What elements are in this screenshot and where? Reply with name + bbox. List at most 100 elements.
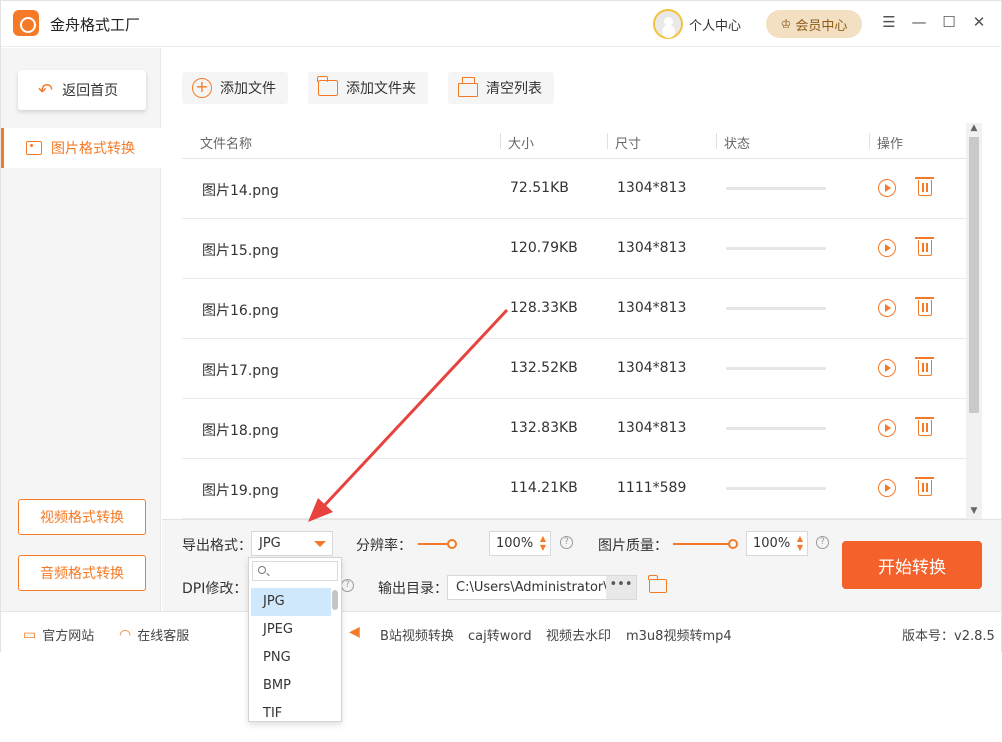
spin-arrows-icon[interactable]: ▲ ▼ xyxy=(540,534,546,552)
trash-icon[interactable] xyxy=(915,477,934,496)
file-dims: 1304*813 xyxy=(617,360,687,376)
format-option-jpg[interactable]: JPG xyxy=(251,588,331,616)
menu-icon[interactable]: ☰ xyxy=(879,13,899,31)
resolution-slider-knob[interactable] xyxy=(447,539,457,549)
scroll-down-icon[interactable]: ▼ xyxy=(966,506,982,516)
trash-icon[interactable] xyxy=(915,417,934,436)
footer-link-caj[interactable]: caj转word xyxy=(468,625,532,644)
format-dropdown-list[interactable]: JPG JPEG PNG BMP TIF xyxy=(248,557,342,722)
play-icon[interactable] xyxy=(878,299,896,317)
format-select[interactable]: JPG xyxy=(251,531,333,556)
help-icon[interactable]: ? xyxy=(560,536,573,549)
table-row[interactable]: 图片17.png 132.52KB 1304*813 xyxy=(182,339,966,399)
play-icon[interactable] xyxy=(878,479,896,497)
footer-link-watermark[interactable]: 视频去水印 xyxy=(546,625,611,644)
file-name: 图片15.png xyxy=(202,243,279,259)
format-label: 导出格式： xyxy=(182,538,252,554)
app-title: 金舟格式工厂 xyxy=(50,16,141,34)
chevron-down-icon xyxy=(314,541,326,547)
file-dims: 1111*589 xyxy=(617,480,687,496)
minimize-icon[interactable]: — xyxy=(909,13,929,31)
format-option-png[interactable]: PNG xyxy=(251,644,331,672)
format-option-bmp[interactable]: BMP xyxy=(251,672,331,700)
header-divider xyxy=(500,133,501,149)
file-size: 132.83KB xyxy=(510,420,578,436)
back-home-button[interactable]: ↶ 返回首页 xyxy=(18,70,146,110)
add-file-button[interactable]: + 添加文件 xyxy=(182,72,288,104)
resolution-stepper[interactable]: 100% ▲ ▼ xyxy=(489,531,551,556)
progress-bar xyxy=(726,307,826,310)
app-logo-icon xyxy=(13,10,39,36)
footer-link-m3u8[interactable]: m3u8视频转mp4 xyxy=(626,625,732,644)
profile-center-button[interactable]: 个人中心 xyxy=(653,8,741,40)
file-name: 图片17.png xyxy=(202,363,279,379)
table-scrollbar[interactable]: ▲ ▼ xyxy=(966,123,982,519)
file-dims: 1304*813 xyxy=(617,180,687,196)
dropdown-scroll-thumb[interactable] xyxy=(332,590,338,610)
vip-center-button[interactable]: ♔ 会员中心 xyxy=(766,10,862,38)
footer: ▭ 官方网站 ◠ 在线客服 ◀ B站视频转换 caj转word 视频去水印 m3… xyxy=(1,611,1001,652)
add-circle-icon: + xyxy=(192,78,212,98)
spin-arrows-icon[interactable]: ▲ ▼ xyxy=(797,534,803,552)
add-folder-button[interactable]: 添加文件夹 xyxy=(308,72,428,104)
help-icon[interactable]: ? xyxy=(341,579,354,592)
file-size: 132.52KB xyxy=(510,360,578,376)
online-service-link[interactable]: ◠ 在线客服 xyxy=(119,625,189,645)
trash-icon[interactable] xyxy=(915,297,934,316)
table-row[interactable]: 图片15.png 120.79KB 1304*813 xyxy=(182,219,966,279)
audio-convert-button[interactable]: 音频格式转换 xyxy=(18,555,146,591)
dropdown-search-input[interactable] xyxy=(252,561,338,581)
format-option-jpeg[interactable]: JPEG xyxy=(251,616,331,644)
start-convert-button[interactable]: 开始转换 xyxy=(842,541,982,589)
profile-label: 个人中心 xyxy=(689,18,742,34)
app-window: 金舟格式工厂 个人中心 ♔ 会员中心 ☰ — ☐ ✕ ↶ 返回首页 图片格式转换… xyxy=(0,0,1002,652)
play-icon[interactable] xyxy=(878,179,896,197)
output-label: 输出目录： xyxy=(378,581,448,597)
play-icon[interactable] xyxy=(878,359,896,377)
sidebar-item-image-convert[interactable]: 图片格式转换 xyxy=(1,128,161,168)
file-dims: 1304*813 xyxy=(617,420,687,436)
table-row[interactable]: 图片19.png 114.21KB 1111*589 xyxy=(182,459,966,519)
percent-sign: % xyxy=(777,536,791,551)
footer-link-bilibili[interactable]: B站视频转换 xyxy=(380,625,454,644)
official-website-link[interactable]: ▭ 官方网站 xyxy=(23,625,94,645)
trash-icon[interactable] xyxy=(915,357,934,376)
quality-value: 100 xyxy=(753,536,778,551)
table-row[interactable]: 图片18.png 132.83KB 1304*813 xyxy=(182,399,966,459)
table-row[interactable]: 图片16.png 128.33KB 1304*813 xyxy=(182,279,966,339)
quality-stepper[interactable]: 100% ▲ ▼ xyxy=(746,531,808,556)
video-convert-button[interactable]: 视频格式转换 xyxy=(18,499,146,535)
progress-bar xyxy=(726,427,826,430)
maximize-icon[interactable]: ☐ xyxy=(939,13,959,31)
clear-list-button[interactable]: 清空列表 xyxy=(448,72,554,104)
format-option-tif[interactable]: TIF xyxy=(251,700,331,721)
open-folder-icon[interactable] xyxy=(648,575,667,593)
output-path-field[interactable]: C:\Users\Administrator\De ••• xyxy=(447,575,637,600)
file-size: 128.33KB xyxy=(510,300,578,316)
search-icon xyxy=(258,566,266,574)
help-icon[interactable]: ? xyxy=(816,536,829,549)
file-name: 图片14.png xyxy=(202,183,279,199)
sidebar: ↶ 返回首页 图片格式转换 视频格式转换 音频格式转换 xyxy=(1,48,161,611)
scroll-thumb[interactable] xyxy=(969,137,979,413)
resolution-slider[interactable] xyxy=(418,539,457,549)
quality-slider-knob[interactable] xyxy=(728,539,738,549)
header-divider xyxy=(716,133,717,149)
percent-sign: % xyxy=(520,536,534,551)
file-size: 120.79KB xyxy=(510,240,578,256)
file-name: 图片16.png xyxy=(202,303,279,319)
scroll-up-icon[interactable]: ▲ xyxy=(966,123,982,133)
quality-slider[interactable] xyxy=(673,539,738,549)
header-divider xyxy=(607,133,608,149)
play-icon[interactable] xyxy=(878,419,896,437)
version-label: 版本号：v2.8.5 xyxy=(902,629,995,644)
browse-button[interactable]: ••• xyxy=(606,576,636,599)
crown-icon: ♔ xyxy=(780,17,792,31)
basket-icon xyxy=(458,77,478,97)
trash-icon[interactable] xyxy=(915,177,934,196)
file-size: 114.21KB xyxy=(510,480,578,496)
trash-icon[interactable] xyxy=(915,237,934,256)
table-row[interactable]: 图片14.png 72.51KB 1304*813 xyxy=(182,159,966,219)
play-icon[interactable] xyxy=(878,239,896,257)
close-icon[interactable]: ✕ xyxy=(969,13,989,31)
